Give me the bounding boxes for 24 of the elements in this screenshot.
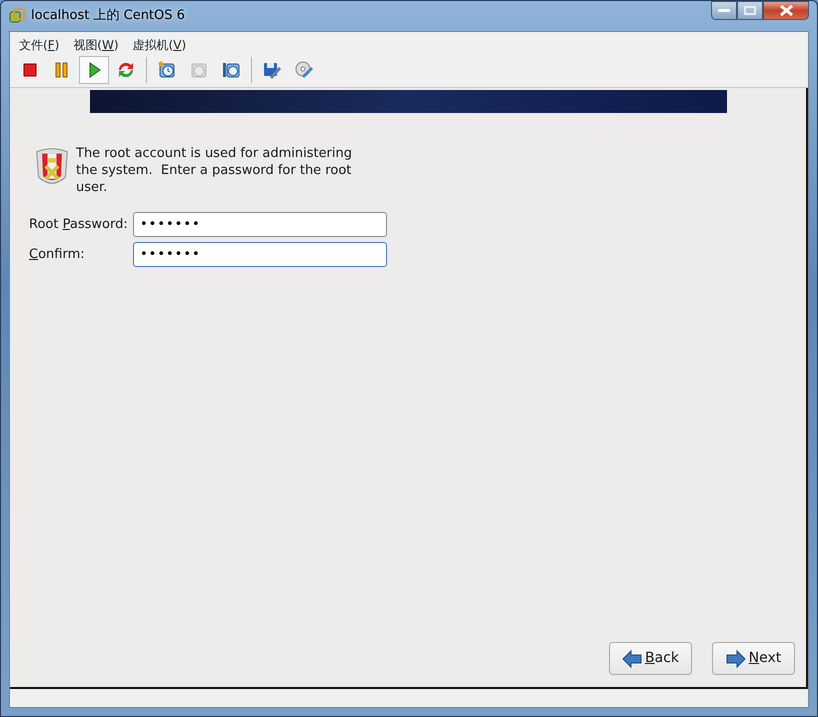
disc-wrench-icon	[294, 60, 314, 80]
password-field[interactable]: •••••••	[133, 242, 387, 267]
password-field[interactable]: •••••••	[133, 212, 387, 237]
minimize-icon	[718, 8, 730, 12]
arrow-icon	[726, 648, 746, 668]
maximize-button[interactable]	[737, 1, 763, 20]
menu-item[interactable]: 视图(W)	[73, 36, 119, 54]
menu-item[interactable]: 虚拟机(V)	[132, 36, 186, 54]
floppy-wrench-icon	[262, 60, 282, 80]
intro-text: The root account is used for administering the system. Enter a password for the root user.	[76, 145, 354, 196]
minimize-button[interactable]	[711, 1, 737, 20]
field-label: Confirm:	[29, 246, 86, 264]
toolbar-button[interactable]	[79, 56, 109, 84]
close-icon	[780, 5, 792, 16]
refresh-icon	[116, 60, 136, 80]
next-button[interactable]: Next	[712, 642, 795, 675]
maximize-icon	[744, 6, 756, 15]
app-icon	[9, 8, 25, 24]
menu-item[interactable]: 文件(F)	[19, 36, 60, 54]
arrow-icon	[622, 648, 642, 668]
field-label: Root Password:	[29, 216, 129, 234]
back-button[interactable]: Back	[609, 642, 692, 675]
window-title: localhost 上的 CentOS 6	[31, 7, 185, 26]
close-button[interactable]	[763, 1, 809, 20]
